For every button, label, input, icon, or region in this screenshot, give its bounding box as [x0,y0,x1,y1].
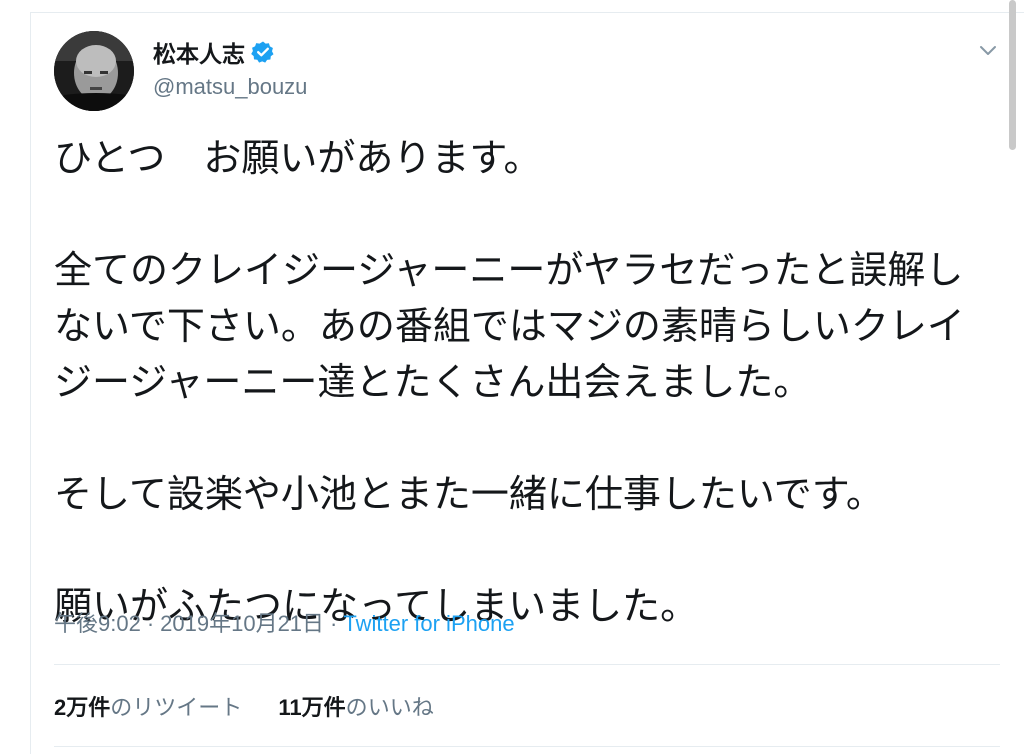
tweet-line: ひとつ お願いがあります。 [54,136,542,180]
tweet-date[interactable]: 2019年10月21日 [160,611,324,636]
user-handle[interactable]: @matsu_bouzu [153,74,307,100]
tweet-line: ないで下さい。あの番組ではマジの素晴らしいクレイ [54,304,965,348]
tweet-line [54,522,994,578]
tweet-line [54,186,994,242]
tweet-time[interactable]: 午後9:02 [54,611,141,636]
tweet-stats: 2万件のリツイート 11万件のいいね [54,690,464,722]
retweets-stat[interactable]: 2万件のリツイート [54,690,242,722]
author-name-row[interactable]: 松本人志 [153,36,275,68]
chevron-down-icon[interactable] [976,38,1000,62]
timeline-left-border [30,12,31,754]
meta-separator: · [146,611,155,636]
likes-label: いいね [367,695,434,720]
likes-stat[interactable]: 11万件のいいね [278,690,433,722]
scrollbar[interactable] [1009,0,1016,150]
likes-count: 11万件 [278,695,346,720]
divider [54,664,1000,665]
tweet-line [54,410,994,466]
retweets-label: リツイート [132,695,243,720]
tweet-source-link[interactable]: Twitter for iPhone [343,611,514,636]
meta-separator: · [330,611,338,636]
tweet-line: 全てのクレイジージャーニーがヤラセだったと誤解し [54,248,964,292]
display-name[interactable]: 松本人志 [153,35,245,69]
likes-label-prefix: の [345,695,368,720]
retweets-label-prefix: の [110,695,133,720]
divider [54,746,1000,747]
verified-badge-icon [251,40,275,64]
retweets-count: 2万件 [54,695,111,720]
avatar[interactable] [54,31,134,111]
tweet-line: そして設楽や小池とまた一緒に仕事したいです。 [54,472,884,516]
tweet-line: ジージャーニー達とたくさん出会えました。 [54,360,812,404]
tweet-text: ひとつ お願いがあります。 全てのクレイジージャーニーがヤラセだったと誤解し な… [54,130,994,634]
tweet-metadata: 午後9:02 · 2019年10月21日 · Twitter for iPhone [54,606,515,638]
timeline-top-border [30,12,1024,13]
